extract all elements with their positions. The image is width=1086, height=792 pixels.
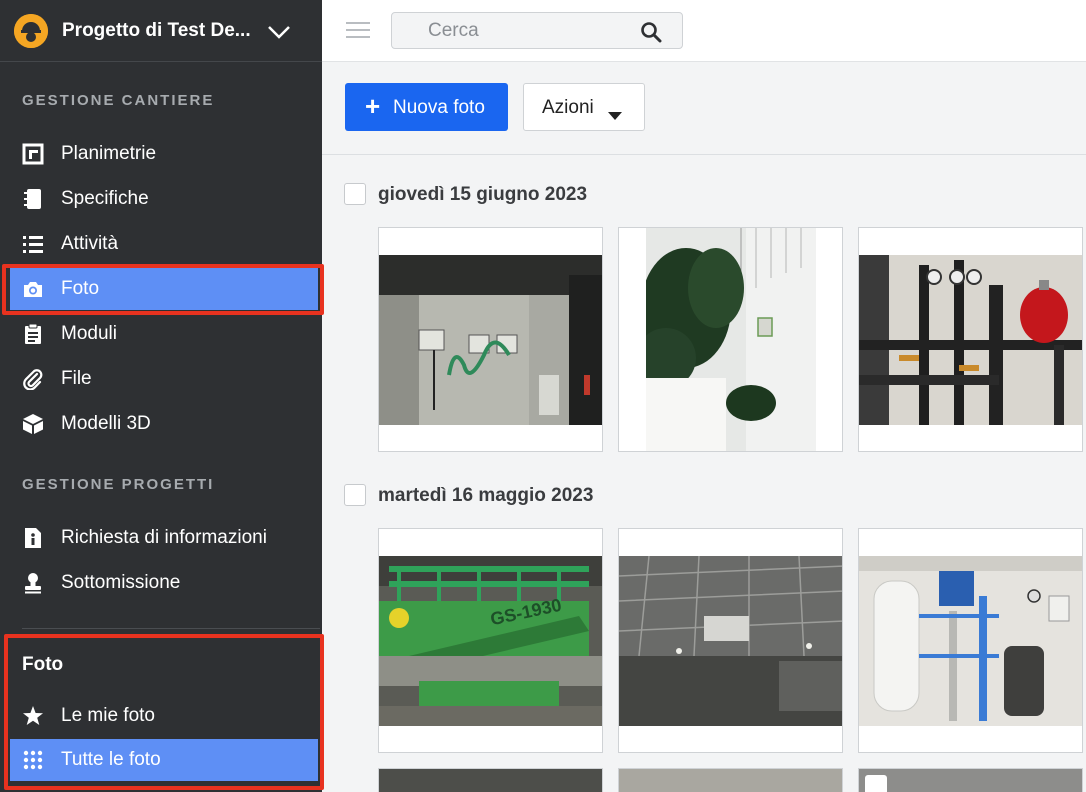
- photo-thumbnail[interactable]: [378, 227, 603, 452]
- sidebar-item-label: Foto: [61, 278, 100, 299]
- sidebar-item-label: Planimetrie: [61, 143, 157, 164]
- clipboard-icon: [22, 323, 44, 345]
- project-switcher[interactable]: Progetto di Test De...: [0, 0, 322, 62]
- sidebar-item-richiesta-informazioni[interactable]: Richiesta di informazioni: [10, 517, 318, 559]
- actions-dropdown[interactable]: Azioni: [523, 83, 645, 131]
- sidebar-item-label: Tutte le foto: [61, 749, 161, 770]
- photo-thumbnail[interactable]: [858, 528, 1083, 753]
- sidebar-item-label: Richiesta di informazioni: [61, 527, 267, 548]
- section-title-gestione-progetti: GESTIONE PROGETTI: [22, 476, 215, 493]
- floorplan-icon: [22, 143, 44, 165]
- caret-down-icon: [608, 104, 622, 120]
- plus-icon: +: [365, 91, 381, 121]
- sidebar-item-label: Sottomissione: [61, 572, 181, 593]
- photo-thumbnail[interactable]: [378, 528, 603, 753]
- sidebar-item-label: Moduli: [61, 323, 117, 344]
- photo-thumbnail[interactable]: [378, 768, 603, 792]
- sidebar-item-moduli[interactable]: Moduli: [10, 313, 318, 355]
- date-group-label: giovedì 15 giugno 2023: [378, 184, 588, 205]
- sidebar-subsection-title: Foto: [22, 654, 64, 675]
- sidebar-item-attivita[interactable]: Attività: [10, 223, 318, 265]
- sidebar: Progetto di Test De... GESTIONE CANTIERE…: [0, 0, 322, 792]
- sidebar-divider: [22, 628, 320, 629]
- photo-image: [619, 769, 842, 792]
- sidebar-item-le-mie-foto[interactable]: Le mie foto: [10, 695, 318, 737]
- project-name: Progetto di Test De...: [62, 20, 251, 41]
- date-group-label: martedì 16 maggio 2023: [378, 485, 594, 506]
- photo-image: [379, 255, 602, 425]
- photo-thumbnail[interactable]: [858, 768, 1083, 792]
- sidebar-item-label: Le mie foto: [61, 705, 155, 726]
- photo-image: [646, 228, 816, 451]
- sidebar-item-tutte-le-foto[interactable]: Tutte le foto: [10, 739, 318, 781]
- camera-icon: [22, 278, 44, 300]
- search-icon[interactable]: [640, 21, 662, 43]
- sidebar-item-planimetrie[interactable]: Planimetrie: [10, 133, 318, 175]
- sidebar-item-modelli-3d[interactable]: Modelli 3D: [10, 403, 318, 445]
- photo-select-checkbox[interactable]: [865, 775, 887, 792]
- grid-icon: [22, 749, 44, 771]
- paperclip-icon: [22, 368, 44, 390]
- star-icon: [22, 705, 44, 727]
- sidebar-item-foto[interactable]: Foto: [10, 268, 318, 310]
- photo-thumbnail[interactable]: [858, 227, 1083, 452]
- date-group-checkbox[interactable]: [344, 183, 366, 205]
- photo-image: [619, 556, 842, 726]
- new-photo-label: Nuova foto: [393, 97, 485, 118]
- notebook-icon: [22, 188, 44, 210]
- photo-image: [379, 556, 602, 726]
- sidebar-item-label: File: [61, 368, 92, 389]
- list-icon: [22, 233, 44, 255]
- sidebar-item-label: Attività: [61, 233, 119, 254]
- date-group-checkbox[interactable]: [344, 484, 366, 506]
- photo-image: [859, 255, 1082, 425]
- new-photo-button[interactable]: + Nuova foto: [345, 83, 508, 131]
- hamburger-menu-icon[interactable]: [346, 20, 370, 40]
- photo-image: [379, 769, 602, 792]
- sidebar-item-label: Modelli 3D: [61, 413, 151, 434]
- project-logo-icon: [14, 14, 48, 48]
- photo-thumbnail[interactable]: [618, 227, 843, 452]
- actions-label: Azioni: [542, 97, 594, 118]
- info-document-icon: [22, 527, 44, 549]
- chevron-down-icon[interactable]: [266, 22, 292, 42]
- sidebar-item-label: Specifiche: [61, 188, 149, 209]
- search-input[interactable]: [392, 13, 632, 48]
- sidebar-item-file[interactable]: File: [10, 358, 318, 400]
- stamp-icon: [22, 572, 44, 594]
- sidebar-item-sottomissione[interactable]: Sottomissione: [10, 562, 318, 604]
- photo-thumbnail[interactable]: [618, 528, 843, 753]
- photo-thumbnail[interactable]: [618, 768, 843, 792]
- cube-icon: [22, 413, 44, 435]
- sidebar-item-specifiche[interactable]: Specifiche: [10, 178, 318, 220]
- section-title-gestione-cantiere: GESTIONE CANTIERE: [22, 92, 215, 109]
- photo-image: [859, 556, 1082, 726]
